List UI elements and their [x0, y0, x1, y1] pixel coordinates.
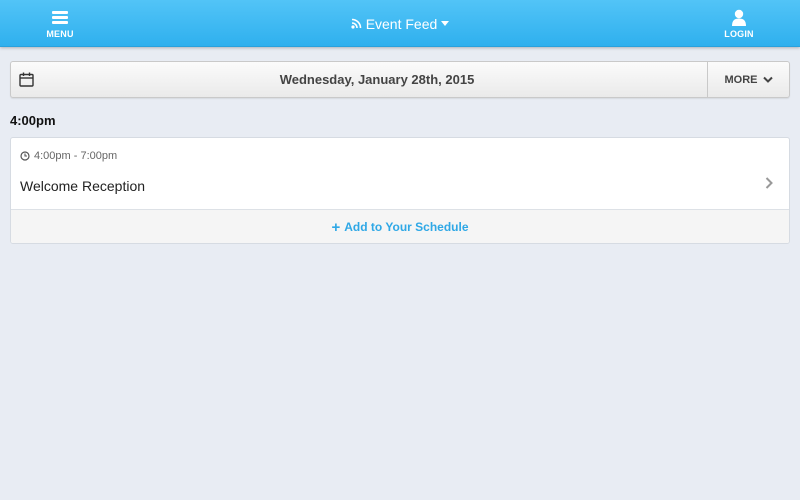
- event-item[interactable]: 4:00pm - 7:00pm Welcome Reception: [11, 138, 789, 210]
- event-card: 4:00pm - 7:00pm Welcome Reception + Add …: [10, 137, 790, 244]
- time-slot-heading: 4:00pm: [10, 113, 56, 128]
- hamburger-icon: [52, 8, 68, 26]
- caret-down-icon: [441, 21, 450, 26]
- clock-icon: [20, 151, 30, 161]
- top-nav-bar: MENU Event Feed LOGIN: [0, 0, 800, 47]
- date-bar: Wednesday, January 28th, 2015 MORE: [10, 61, 790, 98]
- event-time-text: 4:00pm - 7:00pm: [34, 150, 118, 162]
- user-icon: [731, 8, 747, 26]
- event-time: 4:00pm - 7:00pm: [20, 150, 117, 162]
- rss-icon: [351, 18, 362, 29]
- event-feed-dropdown[interactable]: Event Feed: [300, 0, 500, 47]
- add-to-schedule-button[interactable]: + Add to Your Schedule: [11, 210, 789, 243]
- chevron-right-icon: [765, 176, 773, 194]
- more-button[interactable]: MORE: [707, 62, 789, 97]
- add-to-schedule-label: Add to Your Schedule: [344, 220, 469, 234]
- feed-title-text: Event Feed: [365, 15, 438, 32]
- menu-label: MENU: [46, 29, 74, 39]
- calendar-icon[interactable]: [19, 72, 34, 92]
- more-label: MORE: [724, 73, 758, 86]
- plus-icon: +: [331, 218, 341, 236]
- chevron-down-icon: [762, 76, 773, 83]
- event-title: Welcome Reception: [20, 178, 146, 194]
- login-label: LOGIN: [724, 29, 754, 39]
- menu-button[interactable]: MENU: [20, 0, 100, 47]
- login-button[interactable]: LOGIN: [699, 0, 779, 47]
- current-date: Wednesday, January 28th, 2015: [279, 72, 475, 87]
